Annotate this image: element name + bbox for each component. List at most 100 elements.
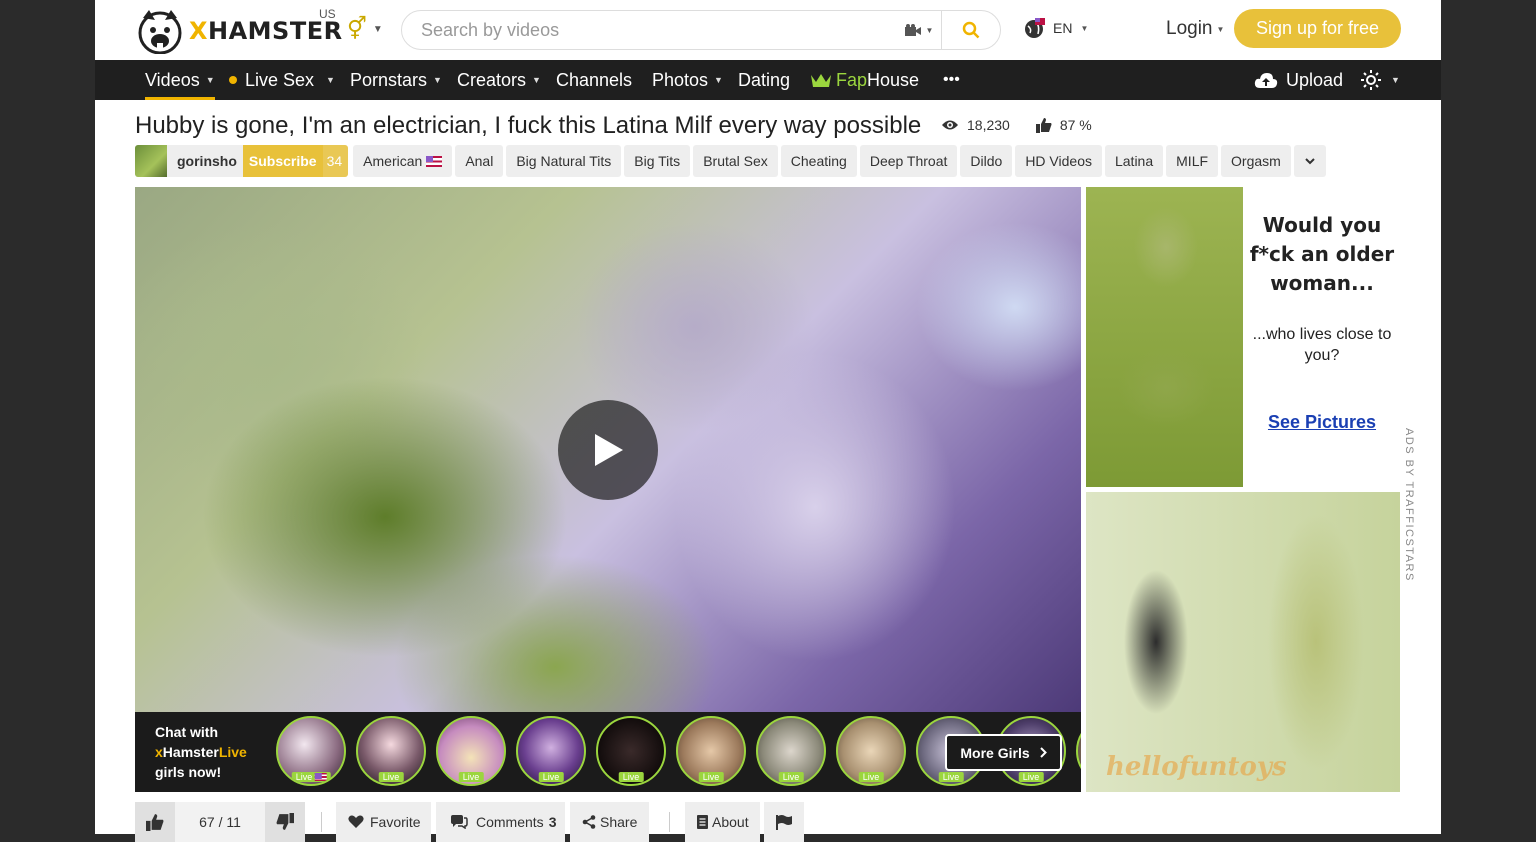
login-button[interactable]: Login ▼ bbox=[1166, 18, 1224, 40]
language-selector[interactable]: EN ▼ bbox=[1023, 17, 1088, 39]
dislike-button[interactable] bbox=[265, 802, 305, 842]
nav-creators-label: Creators bbox=[457, 69, 527, 90]
like-button[interactable] bbox=[135, 802, 175, 842]
nav-channels[interactable]: Channels bbox=[556, 60, 632, 100]
brand-live: Live bbox=[218, 744, 247, 760]
report-button[interactable] bbox=[764, 802, 804, 842]
play-button[interactable] bbox=[558, 400, 658, 500]
comments-icon bbox=[451, 815, 468, 829]
live-cam-thumb[interactable]: Live bbox=[276, 716, 346, 786]
live-cam-thumb[interactable]: Live bbox=[436, 716, 506, 786]
ad-banner-older-woman[interactable]: Would you f*ck an older woman... ...who … bbox=[1086, 187, 1401, 487]
nav-live-sex[interactable]: Live Sex ▼ bbox=[229, 60, 335, 100]
upload-button[interactable]: Upload bbox=[1254, 60, 1343, 100]
tag-milf[interactable]: MILF bbox=[1166, 145, 1219, 177]
tag-american[interactable]: American bbox=[353, 145, 453, 177]
ad-link[interactable]: See Pictures bbox=[1243, 412, 1401, 433]
nav-pornstars[interactable]: Pornstars ▼ bbox=[350, 60, 442, 100]
search-input[interactable] bbox=[402, 11, 897, 49]
live-cam-thumb[interactable]: Live bbox=[516, 716, 586, 786]
theme-toggle[interactable]: ▼ bbox=[1361, 60, 1400, 100]
chevron-down-icon: ▼ bbox=[433, 75, 442, 85]
faphouse-fap-label: Fap bbox=[836, 69, 868, 90]
live-badge: Live bbox=[291, 772, 331, 782]
live-badge: Live bbox=[538, 772, 564, 782]
nav-videos[interactable]: Videos ▼ bbox=[145, 60, 215, 100]
vote-count-label: 67 / 11 bbox=[199, 814, 241, 830]
live-cam-thumb[interactable]: Live bbox=[676, 716, 746, 786]
ads-attribution[interactable]: ADS BY TRAFFICSTARS bbox=[1403, 428, 1415, 582]
tags-expand-button[interactable] bbox=[1293, 145, 1326, 177]
chevron-down-icon bbox=[1305, 157, 1315, 164]
nav-live-sex-label: Live Sex bbox=[245, 69, 315, 90]
more-girls-button[interactable]: More Girls bbox=[945, 734, 1062, 771]
ad-banner-toys[interactable]: hellofuntoys bbox=[1086, 492, 1400, 792]
brand-x: x bbox=[155, 744, 163, 760]
nav-channels-label: Channels bbox=[556, 69, 633, 90]
tag-label: Brutal Sex bbox=[703, 153, 768, 169]
tag-label: Anal bbox=[465, 153, 494, 169]
divider bbox=[669, 812, 670, 832]
tag-latina[interactable]: Latina bbox=[1104, 145, 1164, 177]
live-cam-thumb[interactable]: Live bbox=[356, 716, 426, 786]
live-badge: Live bbox=[938, 772, 964, 782]
cloud-upload-icon bbox=[1254, 73, 1278, 88]
search-button[interactable] bbox=[942, 11, 1000, 49]
tag-label: Big Natural Tits bbox=[516, 153, 612, 169]
language-label: EN bbox=[1053, 20, 1073, 36]
login-label: Login bbox=[1166, 18, 1213, 39]
tag-cheating[interactable]: Cheating bbox=[780, 145, 857, 177]
live-cam-thumb[interactable]: Live bbox=[836, 716, 906, 786]
tag-dildo[interactable]: Dildo bbox=[960, 145, 1013, 177]
chevron-down-icon: ▼ bbox=[1216, 24, 1225, 34]
chat-line-2: xHamsterLive bbox=[155, 742, 247, 762]
tag-big-natural-tits[interactable]: Big Natural Tits bbox=[506, 145, 622, 177]
hamster-logo-icon bbox=[138, 10, 182, 54]
tag-label: Dildo bbox=[970, 153, 1003, 169]
nav-dating[interactable]: Dating bbox=[738, 60, 790, 100]
live-cam-thumb[interactable] bbox=[1076, 716, 1081, 786]
search-bar: ▼ bbox=[401, 10, 1001, 50]
ad-subline: ...who lives close to you? bbox=[1252, 326, 1392, 364]
tag-big-tits[interactable]: Big Tits bbox=[624, 145, 691, 177]
nav-pornstars-label: Pornstars bbox=[350, 69, 428, 90]
tag-orgasm[interactable]: Orgasm bbox=[1221, 145, 1291, 177]
about-button[interactable]: About bbox=[685, 802, 760, 842]
search-icon bbox=[962, 21, 980, 39]
nav-creators[interactable]: Creators ▼ bbox=[457, 60, 541, 100]
live-badge-label: Live bbox=[295, 772, 313, 782]
video-camera-icon bbox=[904, 24, 921, 36]
live-cam-thumb[interactable]: Live bbox=[756, 716, 826, 786]
us-flag-icon bbox=[314, 773, 327, 781]
chevron-down-icon: ▼ bbox=[714, 75, 723, 85]
nav-more-button[interactable]: ••• bbox=[943, 60, 960, 100]
live-badge: Live bbox=[458, 772, 484, 782]
subscribe-button[interactable]: Subscribe bbox=[242, 145, 323, 177]
tag-hd-videos[interactable]: HD Videos bbox=[1015, 145, 1102, 177]
live-chat-promo[interactable]: Chat with xHamsterLive girls now! bbox=[155, 722, 247, 782]
share-button[interactable]: Share bbox=[570, 802, 649, 842]
comments-button[interactable]: Comments 3 bbox=[436, 802, 565, 842]
view-count: 18,230 bbox=[967, 117, 1010, 133]
live-cam-thumb[interactable]: Live bbox=[596, 716, 666, 786]
nav-photos[interactable]: Photos ▼ bbox=[652, 60, 723, 100]
nav-faphouse[interactable]: Fap House bbox=[810, 60, 919, 100]
signup-button[interactable]: Sign up for free bbox=[1234, 9, 1401, 48]
tag-anal[interactable]: Anal bbox=[455, 145, 504, 177]
avatar bbox=[135, 145, 167, 177]
search-category-selector[interactable]: ▼ bbox=[897, 11, 942, 49]
video-stats: 18,230 87 % bbox=[941, 117, 1092, 133]
share-icon bbox=[582, 815, 596, 829]
author-chip[interactable]: gorinsho Subscribe 34 bbox=[135, 145, 349, 177]
tag-deep-throat[interactable]: Deep Throat bbox=[859, 145, 958, 177]
video-player[interactable]: Chat with xHamsterLive girls now! Live L… bbox=[135, 187, 1081, 792]
chevron-down-icon: ▼ bbox=[1080, 23, 1089, 33]
chat-line-1: Chat with bbox=[155, 724, 218, 740]
orientation-selector[interactable]: ⚥ ▼ bbox=[347, 16, 383, 42]
favorite-button[interactable]: Favorite bbox=[336, 802, 431, 842]
tag-brutal-sex[interactable]: Brutal Sex bbox=[693, 145, 778, 177]
site-logo[interactable]: XHAMSTER bbox=[135, 8, 343, 54]
ad-photo bbox=[1086, 187, 1243, 487]
flag-icon bbox=[776, 814, 792, 830]
chevron-down-icon: ▼ bbox=[925, 25, 934, 35]
